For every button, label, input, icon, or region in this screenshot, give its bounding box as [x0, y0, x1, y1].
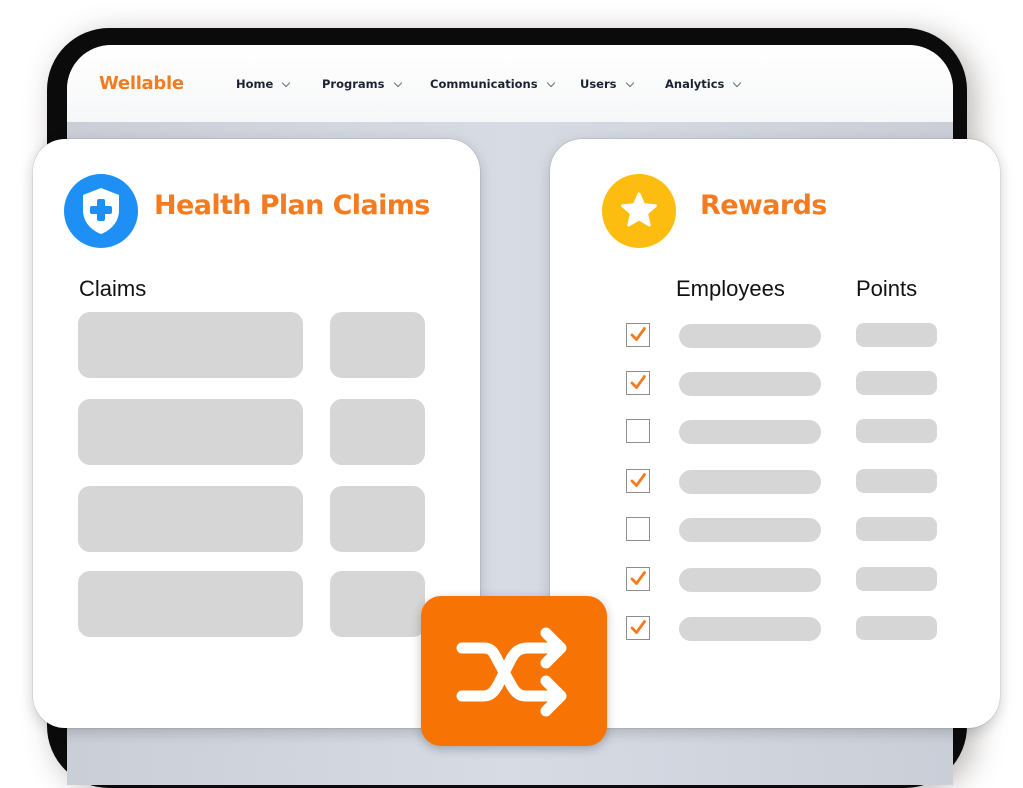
rewards-title: Rewards	[700, 190, 827, 221]
employee-name-placeholder	[679, 617, 821, 641]
claim-amount-placeholder	[330, 571, 425, 637]
nav-home-label: Home	[236, 77, 274, 91]
shuffle-sync-button[interactable]	[421, 596, 607, 746]
nav-users[interactable]: Users	[580, 77, 634, 91]
chevron-down-icon	[625, 78, 634, 87]
nav-analytics-label: Analytics	[665, 77, 725, 91]
employee-name-placeholder	[679, 568, 821, 592]
claim-name-placeholder	[78, 399, 303, 465]
points-value-placeholder	[856, 419, 937, 443]
claim-name-placeholder	[78, 312, 303, 378]
checkbox-checked[interactable]	[626, 323, 650, 347]
top-navbar: Wellable Home Programs Communications Us…	[67, 45, 953, 122]
claims-column-label: Claims	[79, 276, 147, 301]
employee-name-placeholder	[679, 470, 821, 494]
employee-name-placeholder	[679, 372, 821, 396]
claim-name-placeholder	[78, 486, 303, 552]
checkbox-unchecked[interactable]	[626, 517, 650, 541]
employees-column-label: Employees	[676, 276, 785, 301]
shuffle-icon	[456, 627, 567, 717]
points-value-placeholder	[856, 323, 937, 347]
nav-users-label: Users	[580, 77, 617, 91]
wellable-logo[interactable]: Wellable	[99, 73, 184, 94]
points-value-placeholder	[856, 616, 937, 640]
points-column-label: Points	[856, 276, 918, 301]
nav-programs-label: Programs	[322, 77, 385, 91]
chevron-down-icon	[546, 78, 555, 87]
points-value-placeholder	[856, 517, 937, 541]
shield-plus-icon	[64, 174, 138, 248]
health-plan-claims-title: Health Plan Claims	[154, 190, 430, 221]
claim-name-placeholder	[78, 571, 303, 637]
health-plan-claims-card: Health Plan Claims Claims	[33, 139, 480, 728]
claim-amount-placeholder	[330, 486, 425, 552]
checkbox-checked[interactable]	[626, 567, 650, 591]
checkbox-checked[interactable]	[626, 469, 650, 493]
claim-amount-placeholder	[330, 399, 425, 465]
chevron-down-icon	[393, 78, 402, 87]
checkbox-checked[interactable]	[626, 616, 650, 640]
nav-communications-label: Communications	[430, 77, 538, 91]
nav-programs[interactable]: Programs	[322, 77, 402, 91]
checkbox-unchecked[interactable]	[626, 419, 650, 443]
rewards-card: Rewards Employees Points	[550, 139, 1000, 728]
nav-home[interactable]: Home	[236, 77, 291, 91]
claim-amount-placeholder	[330, 312, 425, 378]
checkbox-checked[interactable]	[626, 371, 650, 395]
employee-name-placeholder	[679, 420, 821, 444]
chevron-down-icon	[733, 78, 742, 87]
star-icon	[602, 174, 676, 248]
employee-name-placeholder	[679, 518, 821, 542]
chevron-down-icon	[282, 78, 291, 87]
points-value-placeholder	[856, 567, 937, 591]
nav-communications[interactable]: Communications	[430, 77, 555, 91]
employee-name-placeholder	[679, 324, 821, 348]
points-value-placeholder	[856, 371, 937, 395]
nav-analytics[interactable]: Analytics	[665, 77, 742, 91]
points-value-placeholder	[856, 469, 937, 493]
